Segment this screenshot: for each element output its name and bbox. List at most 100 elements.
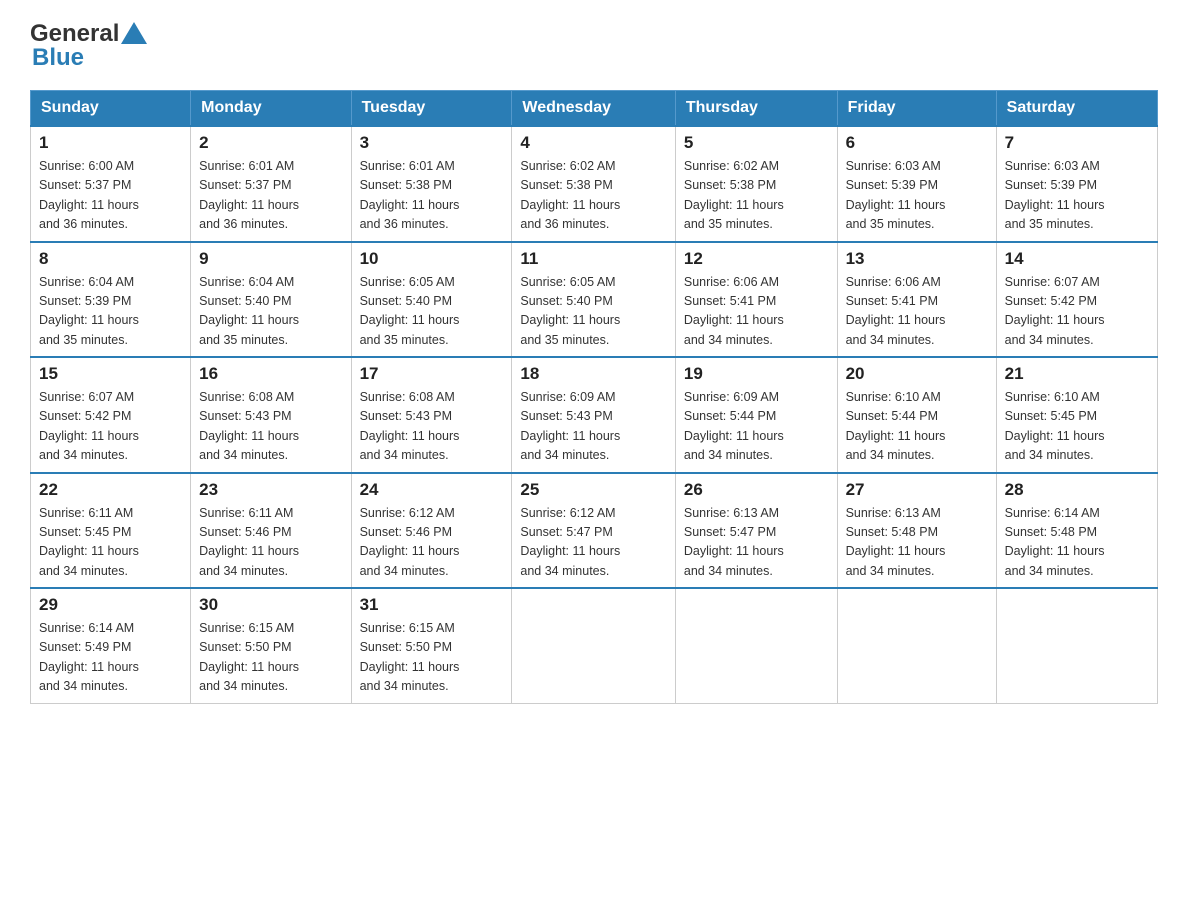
calendar-cell: 8 Sunrise: 6:04 AMSunset: 5:39 PMDayligh…	[31, 242, 191, 358]
day-info: Sunrise: 6:07 AMSunset: 5:42 PMDaylight:…	[1005, 273, 1149, 351]
day-info: Sunrise: 6:12 AMSunset: 5:46 PMDaylight:…	[360, 504, 504, 582]
day-info: Sunrise: 6:14 AMSunset: 5:49 PMDaylight:…	[39, 619, 182, 697]
weekday-header-friday: Friday	[837, 91, 996, 127]
calendar-cell: 20 Sunrise: 6:10 AMSunset: 5:44 PMDaylig…	[837, 357, 996, 473]
calendar-cell: 12 Sunrise: 6:06 AMSunset: 5:41 PMDaylig…	[675, 242, 837, 358]
calendar-cell: 11 Sunrise: 6:05 AMSunset: 5:40 PMDaylig…	[512, 242, 675, 358]
day-info: Sunrise: 6:00 AMSunset: 5:37 PMDaylight:…	[39, 157, 182, 235]
day-number: 5	[684, 133, 829, 153]
day-number: 21	[1005, 364, 1149, 384]
day-number: 19	[684, 364, 829, 384]
logo: General Blue	[30, 20, 147, 72]
day-info: Sunrise: 6:11 AMSunset: 5:45 PMDaylight:…	[39, 504, 182, 582]
day-info: Sunrise: 6:09 AMSunset: 5:44 PMDaylight:…	[684, 388, 829, 466]
day-info: Sunrise: 6:02 AMSunset: 5:38 PMDaylight:…	[520, 157, 666, 235]
calendar-table: SundayMondayTuesdayWednesdayThursdayFrid…	[30, 90, 1158, 704]
weekday-header-thursday: Thursday	[675, 91, 837, 127]
calendar-cell: 16 Sunrise: 6:08 AMSunset: 5:43 PMDaylig…	[191, 357, 351, 473]
calendar-cell	[675, 588, 837, 703]
calendar-cell: 3 Sunrise: 6:01 AMSunset: 5:38 PMDayligh…	[351, 126, 512, 242]
day-number: 1	[39, 133, 182, 153]
day-info: Sunrise: 6:08 AMSunset: 5:43 PMDaylight:…	[360, 388, 504, 466]
day-info: Sunrise: 6:05 AMSunset: 5:40 PMDaylight:…	[360, 273, 504, 351]
calendar-cell: 28 Sunrise: 6:14 AMSunset: 5:48 PMDaylig…	[996, 473, 1157, 589]
calendar-cell: 5 Sunrise: 6:02 AMSunset: 5:38 PMDayligh…	[675, 126, 837, 242]
logo-blue-text: Blue	[32, 44, 84, 72]
day-info: Sunrise: 6:08 AMSunset: 5:43 PMDaylight:…	[199, 388, 342, 466]
calendar-cell: 22 Sunrise: 6:11 AMSunset: 5:45 PMDaylig…	[31, 473, 191, 589]
weekday-header-sunday: Sunday	[31, 91, 191, 127]
calendar-cell: 27 Sunrise: 6:13 AMSunset: 5:48 PMDaylig…	[837, 473, 996, 589]
day-number: 25	[520, 480, 666, 500]
calendar-week-row: 8 Sunrise: 6:04 AMSunset: 5:39 PMDayligh…	[31, 242, 1158, 358]
day-number: 12	[684, 249, 829, 269]
calendar-cell: 18 Sunrise: 6:09 AMSunset: 5:43 PMDaylig…	[512, 357, 675, 473]
day-info: Sunrise: 6:09 AMSunset: 5:43 PMDaylight:…	[520, 388, 666, 466]
day-number: 22	[39, 480, 182, 500]
calendar-cell: 9 Sunrise: 6:04 AMSunset: 5:40 PMDayligh…	[191, 242, 351, 358]
calendar-cell: 25 Sunrise: 6:12 AMSunset: 5:47 PMDaylig…	[512, 473, 675, 589]
weekday-header-saturday: Saturday	[996, 91, 1157, 127]
day-info: Sunrise: 6:01 AMSunset: 5:37 PMDaylight:…	[199, 157, 342, 235]
day-number: 30	[199, 595, 342, 615]
day-number: 13	[846, 249, 988, 269]
day-info: Sunrise: 6:05 AMSunset: 5:40 PMDaylight:…	[520, 273, 666, 351]
calendar-cell: 23 Sunrise: 6:11 AMSunset: 5:46 PMDaylig…	[191, 473, 351, 589]
calendar-cell: 7 Sunrise: 6:03 AMSunset: 5:39 PMDayligh…	[996, 126, 1157, 242]
day-info: Sunrise: 6:07 AMSunset: 5:42 PMDaylight:…	[39, 388, 182, 466]
calendar-cell: 24 Sunrise: 6:12 AMSunset: 5:46 PMDaylig…	[351, 473, 512, 589]
day-number: 20	[846, 364, 988, 384]
logo-triangle-icon	[121, 20, 147, 46]
day-info: Sunrise: 6:01 AMSunset: 5:38 PMDaylight:…	[360, 157, 504, 235]
day-info: Sunrise: 6:02 AMSunset: 5:38 PMDaylight:…	[684, 157, 829, 235]
day-number: 15	[39, 364, 182, 384]
day-info: Sunrise: 6:06 AMSunset: 5:41 PMDaylight:…	[684, 273, 829, 351]
day-info: Sunrise: 6:11 AMSunset: 5:46 PMDaylight:…	[199, 504, 342, 582]
calendar-cell: 6 Sunrise: 6:03 AMSunset: 5:39 PMDayligh…	[837, 126, 996, 242]
day-info: Sunrise: 6:15 AMSunset: 5:50 PMDaylight:…	[199, 619, 342, 697]
calendar-cell: 13 Sunrise: 6:06 AMSunset: 5:41 PMDaylig…	[837, 242, 996, 358]
day-info: Sunrise: 6:06 AMSunset: 5:41 PMDaylight:…	[846, 273, 988, 351]
day-number: 31	[360, 595, 504, 615]
weekday-header-wednesday: Wednesday	[512, 91, 675, 127]
day-number: 17	[360, 364, 504, 384]
day-number: 16	[199, 364, 342, 384]
weekday-header-row: SundayMondayTuesdayWednesdayThursdayFrid…	[31, 91, 1158, 127]
day-info: Sunrise: 6:04 AMSunset: 5:39 PMDaylight:…	[39, 273, 182, 351]
day-info: Sunrise: 6:04 AMSunset: 5:40 PMDaylight:…	[199, 273, 342, 351]
day-info: Sunrise: 6:03 AMSunset: 5:39 PMDaylight:…	[846, 157, 988, 235]
day-number: 24	[360, 480, 504, 500]
weekday-header-monday: Monday	[191, 91, 351, 127]
weekday-header-tuesday: Tuesday	[351, 91, 512, 127]
calendar-cell: 2 Sunrise: 6:01 AMSunset: 5:37 PMDayligh…	[191, 126, 351, 242]
day-info: Sunrise: 6:03 AMSunset: 5:39 PMDaylight:…	[1005, 157, 1149, 235]
day-number: 14	[1005, 249, 1149, 269]
day-info: Sunrise: 6:15 AMSunset: 5:50 PMDaylight:…	[360, 619, 504, 697]
day-number: 10	[360, 249, 504, 269]
day-number: 4	[520, 133, 666, 153]
calendar-cell	[512, 588, 675, 703]
calendar-cell: 15 Sunrise: 6:07 AMSunset: 5:42 PMDaylig…	[31, 357, 191, 473]
day-number: 29	[39, 595, 182, 615]
calendar-cell: 29 Sunrise: 6:14 AMSunset: 5:49 PMDaylig…	[31, 588, 191, 703]
calendar-week-row: 22 Sunrise: 6:11 AMSunset: 5:45 PMDaylig…	[31, 473, 1158, 589]
day-info: Sunrise: 6:14 AMSunset: 5:48 PMDaylight:…	[1005, 504, 1149, 582]
day-number: 2	[199, 133, 342, 153]
day-number: 26	[684, 480, 829, 500]
day-info: Sunrise: 6:10 AMSunset: 5:45 PMDaylight:…	[1005, 388, 1149, 466]
calendar-cell: 26 Sunrise: 6:13 AMSunset: 5:47 PMDaylig…	[675, 473, 837, 589]
day-number: 9	[199, 249, 342, 269]
day-number: 6	[846, 133, 988, 153]
calendar-cell: 10 Sunrise: 6:05 AMSunset: 5:40 PMDaylig…	[351, 242, 512, 358]
day-number: 3	[360, 133, 504, 153]
day-number: 18	[520, 364, 666, 384]
calendar-cell: 21 Sunrise: 6:10 AMSunset: 5:45 PMDaylig…	[996, 357, 1157, 473]
calendar-week-row: 1 Sunrise: 6:00 AMSunset: 5:37 PMDayligh…	[31, 126, 1158, 242]
calendar-cell: 19 Sunrise: 6:09 AMSunset: 5:44 PMDaylig…	[675, 357, 837, 473]
calendar-week-row: 29 Sunrise: 6:14 AMSunset: 5:49 PMDaylig…	[31, 588, 1158, 703]
day-info: Sunrise: 6:13 AMSunset: 5:47 PMDaylight:…	[684, 504, 829, 582]
calendar-cell	[996, 588, 1157, 703]
calendar-cell: 4 Sunrise: 6:02 AMSunset: 5:38 PMDayligh…	[512, 126, 675, 242]
day-number: 7	[1005, 133, 1149, 153]
page-header: General Blue	[30, 20, 1158, 72]
